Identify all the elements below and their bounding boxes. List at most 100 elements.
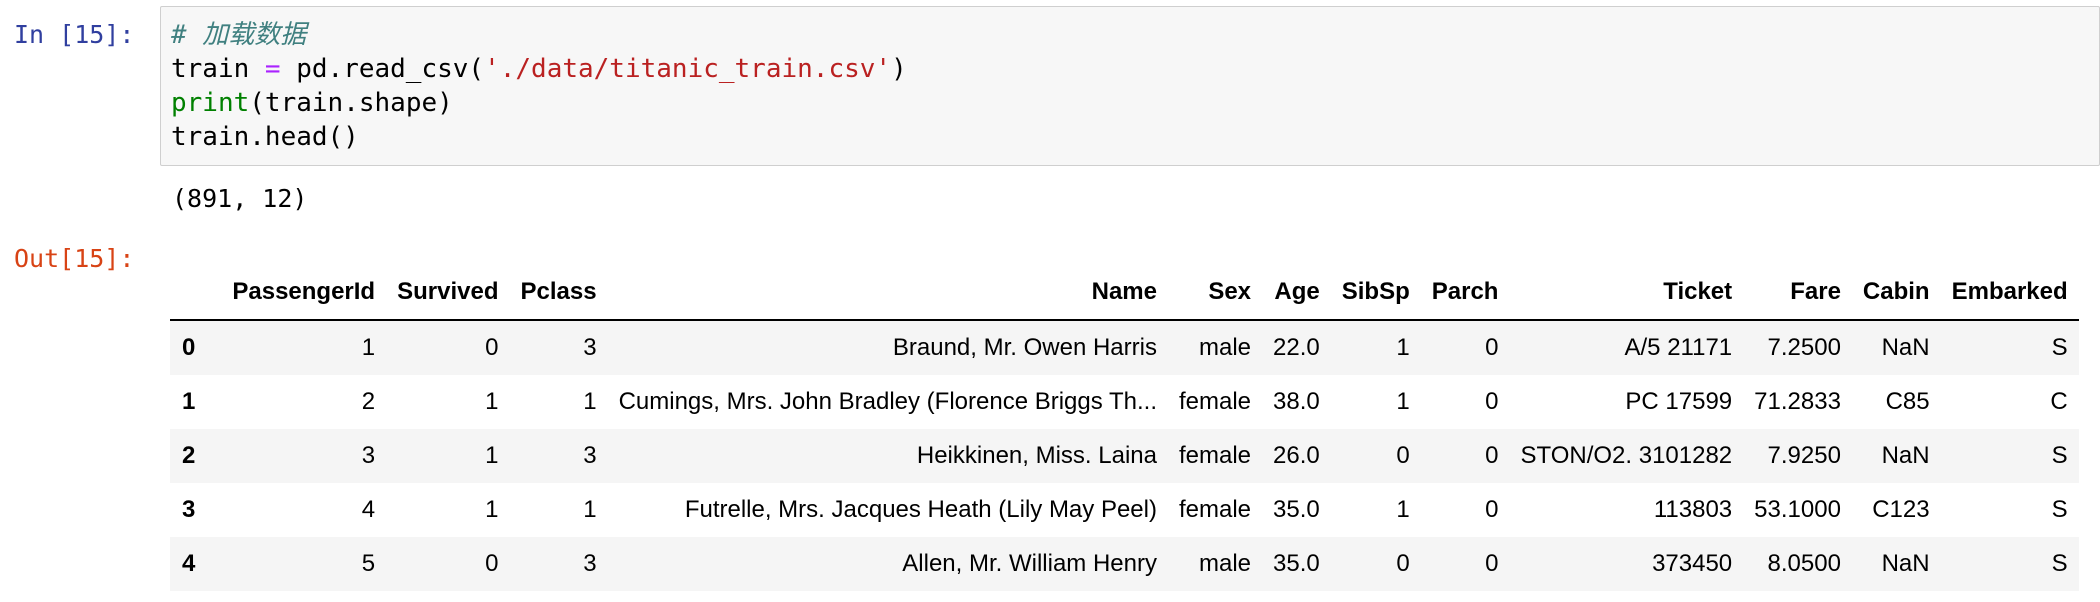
code-line-1: # 加载数据 bbox=[171, 18, 2099, 52]
table-cell: 0 bbox=[485, 334, 499, 361]
table-cell: 22.0 bbox=[1273, 334, 1320, 361]
row-index: 4 bbox=[182, 550, 196, 577]
table-cell: 3 bbox=[583, 550, 597, 577]
output-prompt: Out[15]: bbox=[14, 244, 135, 273]
input-prompt: In [15]: bbox=[14, 20, 135, 49]
column-header: Cabin bbox=[1851, 265, 1941, 321]
code-line-4: train.head() bbox=[171, 120, 2099, 154]
code-line-2: train = pd.read_csv('./data/titanic_trai… bbox=[171, 52, 2099, 86]
table-cell: C123 bbox=[1872, 496, 1930, 523]
table-cell: 1 bbox=[485, 442, 499, 469]
table-cell: NaN bbox=[1881, 550, 1930, 577]
stdout-output: (891, 12) bbox=[172, 184, 308, 213]
table-cell: male bbox=[1199, 334, 1252, 361]
code-token: train.head() bbox=[171, 122, 359, 152]
table-cell: 4 bbox=[361, 496, 376, 523]
table-cell: Cumings, Mrs. John Bradley (Florence Bri… bbox=[618, 388, 1157, 415]
table-cell: C bbox=[2050, 388, 2068, 415]
code-token: ) bbox=[891, 54, 907, 84]
table-cell: 0 bbox=[1485, 388, 1499, 415]
table-cell: male bbox=[1199, 550, 1252, 577]
row-index: 3 bbox=[182, 496, 196, 523]
column-header: Age bbox=[1262, 265, 1331, 321]
dataframe-table: PassengerId Survived Pclass Name Sex Age… bbox=[170, 265, 2079, 591]
table-cell: S bbox=[2051, 550, 2068, 577]
table-cell: 53.1000 bbox=[1754, 496, 1841, 523]
column-header: Fare bbox=[1743, 265, 1852, 321]
table-cell: 373450 bbox=[1652, 550, 1733, 577]
table-row: 4 5 0 3 Allen, Mr. William Henry male 35… bbox=[170, 537, 2079, 591]
column-header: Survived bbox=[386, 265, 510, 321]
column-header: SibSp bbox=[1330, 265, 1421, 321]
table-cell: 35.0 bbox=[1273, 496, 1320, 523]
code-token: train bbox=[171, 54, 265, 84]
table-cell: female bbox=[1178, 496, 1252, 523]
code-builtin: print bbox=[171, 88, 250, 118]
code-operator: = bbox=[264, 54, 281, 84]
row-index: 0 bbox=[182, 334, 196, 361]
table-cell: Allen, Mr. William Henry bbox=[902, 550, 1157, 577]
table-header-row: PassengerId Survived Pclass Name Sex Age… bbox=[170, 265, 2079, 321]
table-row: 1 2 1 1 Cumings, Mrs. John Bradley (Flor… bbox=[170, 375, 2079, 429]
table-cell: 0 bbox=[1396, 442, 1410, 469]
column-header bbox=[170, 265, 222, 321]
column-header: Embarked bbox=[1940, 265, 2079, 321]
row-index: 2 bbox=[182, 442, 196, 469]
table-row: 2 3 1 3 Heikkinen, Miss. Laina female 26… bbox=[170, 429, 2079, 483]
table-cell: STON/O2. 3101282 bbox=[1520, 442, 1733, 469]
table-cell: NaN bbox=[1881, 334, 1930, 361]
table-row: 3 4 1 1 Futrelle, Mrs. Jacques Heath (Li… bbox=[170, 483, 2079, 537]
table-cell: 5 bbox=[361, 550, 376, 577]
table-cell: 1 bbox=[583, 496, 597, 523]
table-cell: 3 bbox=[583, 442, 597, 469]
table-cell: 26.0 bbox=[1273, 442, 1320, 469]
code-line-3: print(train.shape) bbox=[171, 86, 2099, 120]
table-cell: 1 bbox=[1396, 334, 1410, 361]
column-header: Parch bbox=[1420, 265, 1510, 321]
code-string: './data/titanic_train.csv' bbox=[484, 54, 892, 84]
table-cell: 2 bbox=[361, 388, 376, 415]
table-cell: 7.2500 bbox=[1767, 334, 1841, 361]
table-cell: PC 17599 bbox=[1625, 388, 1733, 415]
table-cell: Braund, Mr. Owen Harris bbox=[892, 334, 1157, 361]
table-cell: 1 bbox=[583, 388, 597, 415]
table-cell: 3 bbox=[361, 442, 376, 469]
table-cell: 0 bbox=[1485, 442, 1499, 469]
table-cell: 1 bbox=[361, 334, 376, 361]
table-cell: 1 bbox=[485, 496, 499, 523]
column-header: Sex bbox=[1167, 265, 1263, 321]
table-cell: Heikkinen, Miss. Laina bbox=[916, 442, 1157, 469]
table-cell: 1 bbox=[1396, 388, 1410, 415]
table-cell: 71.2833 bbox=[1754, 388, 1841, 415]
table-cell: 8.0500 bbox=[1767, 550, 1841, 577]
table-cell: female bbox=[1178, 442, 1252, 469]
table-cell: A/5 21171 bbox=[1624, 334, 1733, 361]
table-cell: 0 bbox=[1485, 496, 1499, 523]
column-header: Pclass bbox=[509, 265, 608, 321]
table-cell: 0 bbox=[1396, 550, 1410, 577]
table-cell: 35.0 bbox=[1273, 550, 1320, 577]
table-cell: Futrelle, Mrs. Jacques Heath (Lily May P… bbox=[684, 496, 1157, 523]
code-comment: # 加载数据 bbox=[171, 20, 307, 50]
column-header: PassengerId bbox=[221, 265, 387, 321]
table-cell: 1 bbox=[1396, 496, 1410, 523]
code-token: pd.read_csv( bbox=[280, 54, 485, 84]
table-cell: 113803 bbox=[1653, 496, 1733, 523]
table-cell: NaN bbox=[1881, 442, 1930, 469]
table-cell: S bbox=[2051, 334, 2068, 361]
table-cell: 0 bbox=[485, 550, 499, 577]
row-index: 1 bbox=[182, 388, 196, 415]
column-header: Ticket bbox=[1509, 265, 1744, 321]
code-token: (train.shape) bbox=[249, 88, 453, 118]
table-cell: S bbox=[2051, 442, 2068, 469]
table-cell: S bbox=[2051, 496, 2068, 523]
table-cell: female bbox=[1178, 388, 1252, 415]
table-row: 0 1 0 3 Braund, Mr. Owen Harris male 22.… bbox=[170, 320, 2079, 375]
column-header: Name bbox=[607, 265, 1168, 321]
table-cell: 7.9250 bbox=[1767, 442, 1841, 469]
code-cell-editor[interactable]: # 加载数据 train = pd.read_csv('./data/titan… bbox=[160, 6, 2100, 166]
table-cell: 38.0 bbox=[1273, 388, 1320, 415]
table-cell: 3 bbox=[583, 334, 597, 361]
table-cell: 0 bbox=[1485, 550, 1499, 577]
table-cell: 1 bbox=[485, 388, 499, 415]
